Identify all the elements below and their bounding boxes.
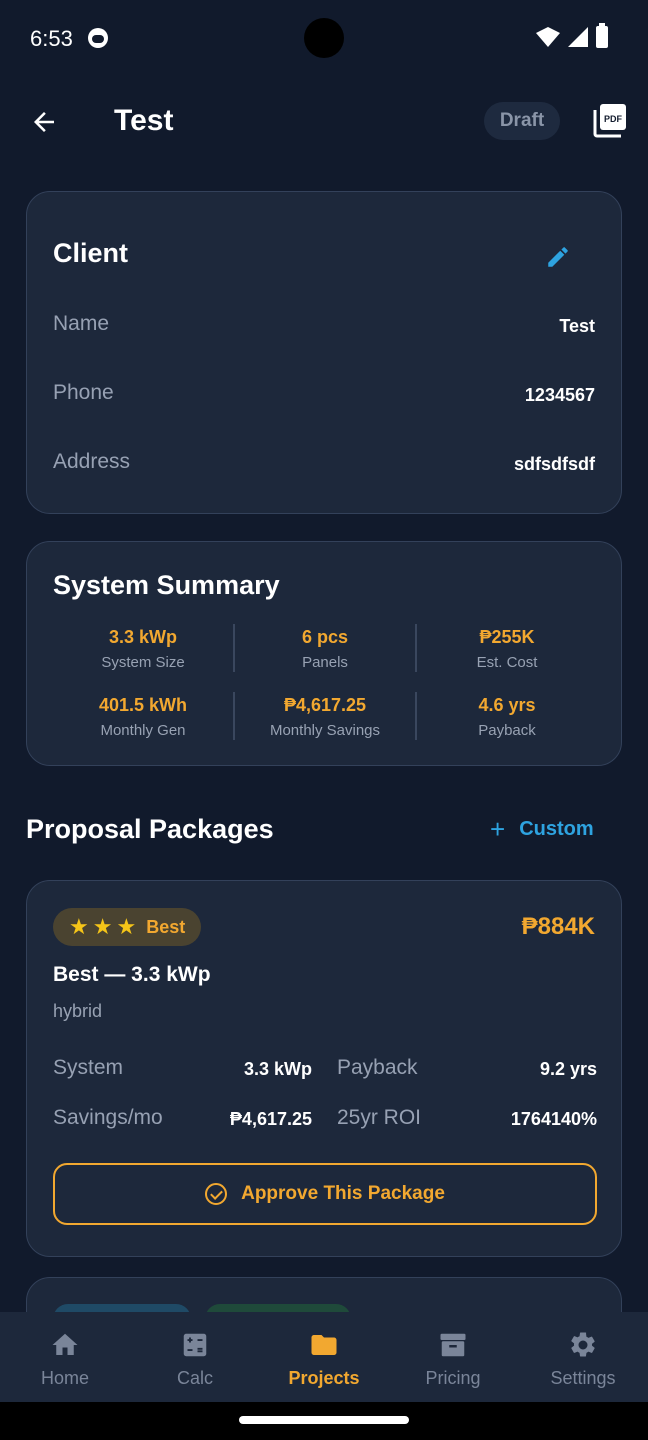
star-icon: ★ <box>92 914 113 939</box>
stat-panels: 6 pcs Panels <box>235 627 415 671</box>
client-phone-value: 1234567 <box>524 385 595 405</box>
archive-icon <box>440 1333 466 1357</box>
summary-title: System Summary <box>53 570 280 600</box>
pencil-icon <box>548 247 568 267</box>
client-card: Client Name Test Phone 1234567 Address s… <box>26 191 622 514</box>
package-name: Best — 3.3 kWp <box>53 963 211 986</box>
nav-label: Pricing <box>425 1368 481 1388</box>
nav-projects[interactable]: Projects <box>259 1312 389 1402</box>
client-address-label: Address <box>53 450 131 473</box>
app-bar: Test Draft PDF <box>0 80 648 164</box>
stat-value: 401.5 kWh <box>98 695 188 715</box>
stat-value: 3.3 kWp <box>108 627 178 647</box>
home-icon <box>52 1333 78 1355</box>
wifi-icon <box>536 27 560 47</box>
back-button[interactable] <box>26 104 62 140</box>
gesture-handle[interactable] <box>239 1416 409 1424</box>
package-price: ₱884K <box>521 913 595 940</box>
stat-label: Panels <box>302 654 348 671</box>
pdf-icon-text: PDF <box>604 114 623 124</box>
pdf-export-button[interactable]: PDF <box>592 102 628 138</box>
custom-label: Custom <box>519 817 594 840</box>
status-chip-draft: Draft <box>484 102 560 140</box>
cell-signal-icon <box>568 27 588 47</box>
approve-package-button[interactable]: Approve This Package <box>53 1163 597 1225</box>
client-address-value: sdfsdfsdf <box>514 454 595 474</box>
metric-value: 1764140% <box>510 1109 597 1129</box>
pdf-icon: PDF <box>593 104 626 138</box>
nav-pricing[interactable]: Pricing <box>388 1312 518 1402</box>
metric-label: Payback <box>337 1056 418 1079</box>
stat-label: Monthly Savings <box>269 722 381 739</box>
package-type: hybrid <box>53 1001 103 1021</box>
approve-label: Approve This Package <box>241 1183 445 1204</box>
stat-payback: 4.6 yrs Payback <box>417 695 597 739</box>
metric-label: System <box>53 1056 124 1079</box>
package-card: ★ ★ ★ Best ₱884K Best — 3.3 kWp hybrid S… <box>26 880 622 1257</box>
battery-icon <box>596 23 608 48</box>
plus-icon: + <box>490 814 506 844</box>
stat-label: Payback <box>478 722 536 739</box>
stat-label: Monthly Gen <box>100 722 186 739</box>
metric-label: 25yr ROI <box>337 1106 422 1129</box>
stat-value: ₱4,617.25 <box>283 695 367 715</box>
client-phone-label: Phone <box>53 381 114 404</box>
tier-badge: ★ ★ ★ Best <box>53 908 202 946</box>
bottom-nav: Home Calc Projects Pricing Settings <box>0 1312 648 1402</box>
proposal-packages-title: Proposal Packages <box>26 814 274 844</box>
star-icon: ★ <box>69 914 89 939</box>
stat-label: System Size <box>101 654 185 671</box>
notification-face-icon <box>88 28 108 48</box>
nav-calc[interactable]: Calc <box>130 1312 260 1402</box>
status-bar: 6:53 <box>0 0 648 80</box>
client-name-value: Test <box>559 316 595 336</box>
client-title: Client <box>53 238 129 268</box>
stat-value: 6 pcs <box>301 627 349 647</box>
stat-value: ₱255K <box>479 627 535 647</box>
metric-value: 3.3 kWp <box>243 1059 312 1079</box>
add-custom-package-button[interactable]: + Custom <box>490 816 594 842</box>
nav-label: Home <box>40 1368 89 1388</box>
nav-label: Calc <box>176 1368 213 1388</box>
gear-icon <box>571 1332 595 1357</box>
stat-est-cost: ₱255K Est. Cost <box>417 627 597 671</box>
edit-client-button[interactable] <box>545 244 571 270</box>
metric-value: ₱4,617.25 <box>229 1109 312 1129</box>
nav-label: Settings <box>550 1368 616 1388</box>
metric-value: 9.2 yrs <box>539 1059 597 1079</box>
page-title: Test <box>114 104 174 137</box>
stat-system-size: 3.3 kWp System Size <box>53 627 233 671</box>
folder-icon <box>311 1335 337 1355</box>
nav-label: Projects <box>288 1368 360 1388</box>
stat-label: Est. Cost <box>476 654 538 671</box>
camera-cutout <box>304 18 344 58</box>
arrow-left-icon <box>34 112 54 132</box>
calculator-icon <box>183 1333 207 1357</box>
system-icons <box>536 23 608 48</box>
nav-settings[interactable]: Settings <box>518 1312 648 1402</box>
tier-badge-label: Best <box>146 916 186 937</box>
stat-value: 4.6 yrs <box>478 695 536 715</box>
system-summary-card: System Summary 3.3 kWp System Size 6 pcs… <box>26 541 622 766</box>
metric-label: Savings/mo <box>53 1106 163 1129</box>
nav-home[interactable]: Home <box>0 1312 130 1402</box>
stat-monthly-gen: 401.5 kWh Monthly Gen <box>53 695 233 739</box>
status-time: 6:53 <box>30 26 73 51</box>
stat-monthly-savings: ₱4,617.25 Monthly Savings <box>235 695 415 739</box>
client-name-label: Name <box>53 312 110 335</box>
check-circle-icon <box>205 1183 228 1205</box>
star-icon: ★ <box>116 914 137 939</box>
